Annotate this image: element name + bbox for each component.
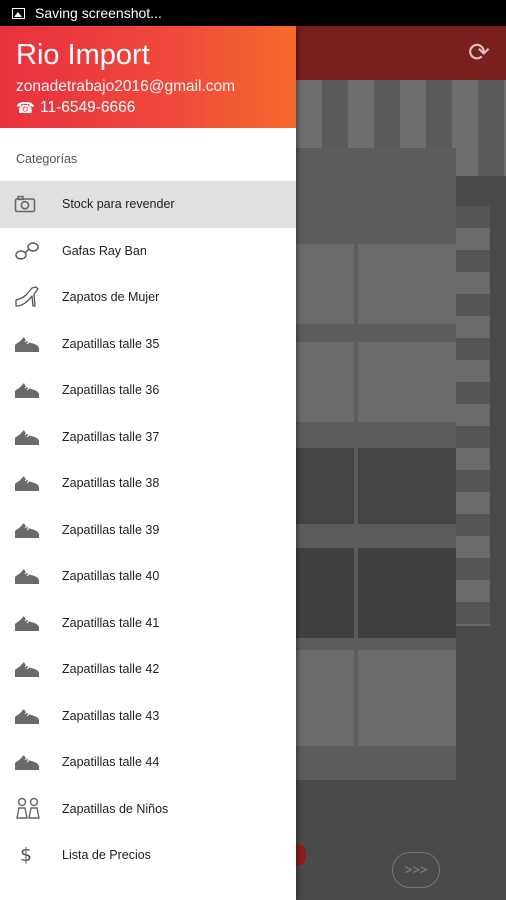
menu-item-label: Zapatillas talle 44 (62, 755, 160, 770)
sneaker-icon (0, 659, 62, 679)
menu-item-label: Zapatillas talle 36 (62, 383, 160, 398)
background-product-panel (296, 148, 456, 780)
menu-item-zapatillas-talle-35[interactable]: Zapatillas talle 35 (0, 321, 296, 368)
drawer-header: Rio Import zonadetrabajo2016@gmail.com ☎… (0, 26, 296, 128)
status-text: Saving screenshot... (35, 5, 162, 21)
sneaker-icon (0, 706, 62, 726)
menu-item-label: Zapatillas talle 39 (62, 522, 160, 537)
menu-item-label: Zapatillas talle 43 (62, 708, 160, 723)
menu-item-zapatillas-talle-44[interactable]: Zapatillas talle 44 (0, 739, 296, 786)
image-icon (12, 7, 25, 19)
menu-item-zapatos-de-mujer[interactable]: Zapatos de Mujer (0, 274, 296, 321)
menu-item-label: Stock para revender (62, 197, 175, 212)
glasses-icon (0, 240, 62, 262)
sneaker-icon (0, 613, 62, 633)
menu-item-stock-para-revender[interactable]: Stock para revender (0, 181, 296, 228)
sneaker-icon (0, 427, 62, 447)
phone-number: 11-6549-6666 (40, 99, 136, 116)
menu-item-label: Zapatillas talle 41 (62, 615, 160, 630)
menu-item-zapatillas-talle-40[interactable]: Zapatillas talle 40 (0, 553, 296, 600)
menu-item-label: Zapatillas talle 40 (62, 569, 160, 584)
menu-item-zapatillas-talle-43[interactable]: Zapatillas talle 43 (0, 693, 296, 740)
status-bar: Saving screenshot... (0, 0, 506, 26)
menu-item-label: Gafas Ray Ban (62, 243, 147, 258)
sneaker-icon (0, 752, 62, 772)
menu-item-zapatillas-talle-38[interactable]: Zapatillas talle 38 (0, 460, 296, 507)
dollar-icon: $ (20, 844, 33, 867)
background-side-thumbnails (456, 206, 490, 626)
menu-item-zapatillas-talle-36[interactable]: Zapatillas talle 36 (0, 367, 296, 414)
contact-email: zonadetrabajo2016@gmail.com (16, 78, 236, 95)
camera-icon (0, 195, 62, 213)
menu-item-zapatillas-talle-39[interactable]: Zapatillas talle 39 (0, 507, 296, 554)
menu-item-label: Zapatillas talle 38 (62, 476, 160, 491)
menu-item-zapatillas-talle-37[interactable]: Zapatillas talle 37 (0, 414, 296, 461)
categories-label: Categorías (16, 152, 78, 166)
sneaker-icon (0, 380, 62, 400)
sneaker-icon (0, 334, 62, 354)
sneaker-icon (0, 473, 62, 493)
menu-item-label: Zapatos de Mujer (62, 290, 160, 305)
refresh-icon[interactable]: ⟳ (466, 39, 492, 65)
menu-item-label: Zapatillas de Niños (62, 801, 169, 816)
category-list: Stock para revender Gafas Ray Ban Zapatos … (0, 181, 296, 879)
kids-icon (0, 796, 62, 822)
brand-title: Rio Import (16, 39, 150, 71)
menu-item-label: Zapatillas talle 37 (62, 429, 160, 444)
high-heel-icon (0, 285, 62, 309)
menu-item-label: Zapatillas talle 35 (62, 336, 160, 351)
contact-phone: ☎ 11-6549-6666 (16, 99, 280, 117)
menu-item-lista-de-precios[interactable]: $ Lista de Precios (0, 832, 296, 879)
sneaker-icon (0, 520, 62, 540)
menu-item-label: Lista de Precios (62, 848, 151, 863)
menu-item-label: Zapatillas talle 42 (62, 662, 160, 677)
menu-item-zapatillas-talle-42[interactable]: Zapatillas talle 42 (0, 646, 296, 693)
navigation-drawer: Rio Import zonadetrabajo2016@gmail.com ☎… (0, 26, 296, 900)
sneaker-icon (0, 566, 62, 586)
menu-item-zapatillas-talle-41[interactable]: Zapatillas talle 41 (0, 600, 296, 647)
phone-icon: ☎ (16, 100, 35, 117)
menu-item-zapatillas-de-ninos[interactable]: Zapatillas de Niños (0, 786, 296, 833)
menu-item-gafas-ray-ban[interactable]: Gafas Ray Ban (0, 228, 296, 275)
next-page-button[interactable]: >>> (392, 852, 440, 888)
